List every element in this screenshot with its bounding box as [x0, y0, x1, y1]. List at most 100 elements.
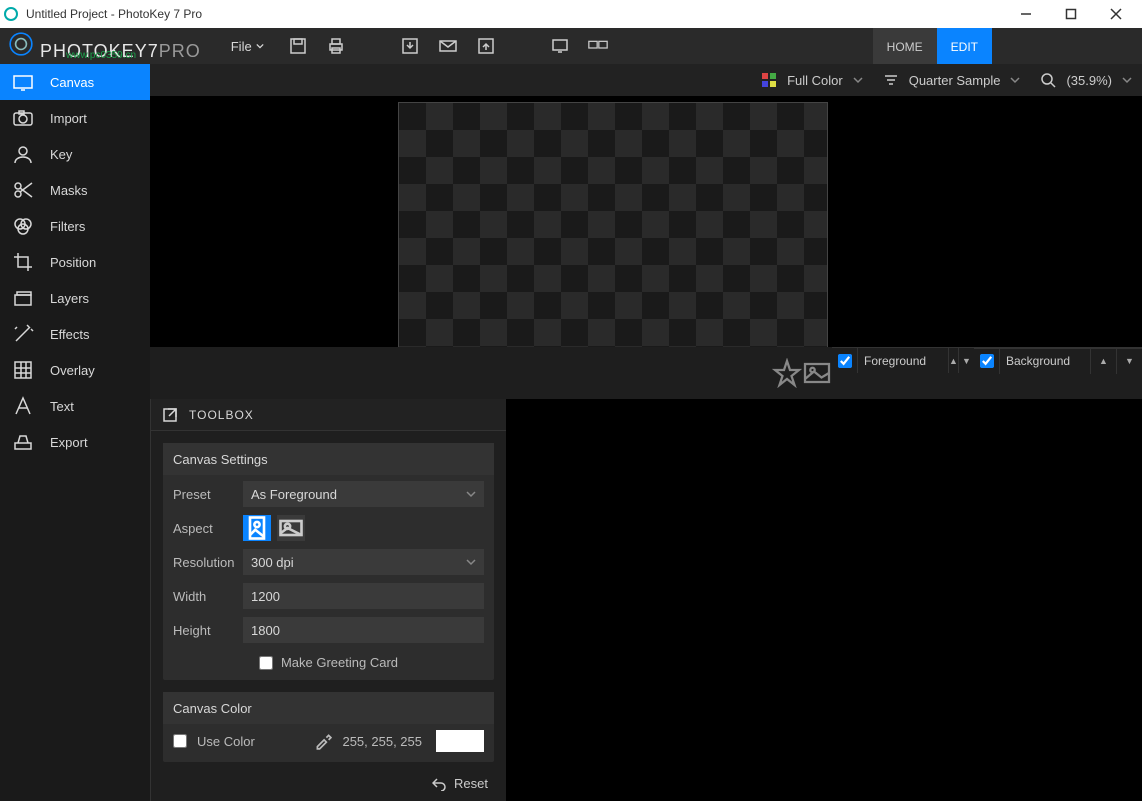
- canvas[interactable]: www.pHome.NET: [398, 102, 828, 347]
- canvas-viewport[interactable]: www.pHome.NET: [150, 96, 1142, 347]
- sidebar-item-filters[interactable]: Filters: [0, 208, 150, 244]
- eyedropper-icon[interactable]: [314, 732, 332, 750]
- canvas-color-section: Canvas Color Use Color 255, 255, 255: [163, 692, 494, 762]
- greeting-card-checkbox[interactable]: [259, 656, 273, 670]
- center-area: Full Color Quarter Sample (35.9%) www.pH…: [150, 64, 1142, 801]
- resolution-label: Resolution: [173, 555, 243, 570]
- move-up-icon[interactable]: ▲: [1090, 349, 1116, 374]
- logo-icon: [8, 31, 34, 57]
- close-button[interactable]: [1093, 0, 1138, 28]
- dual-monitor-icon[interactable]: [588, 36, 608, 56]
- undo-icon: [432, 777, 446, 791]
- grid-icon: [12, 359, 34, 381]
- sidebar-item-layers[interactable]: Layers: [0, 280, 150, 316]
- section-title: Canvas Settings: [173, 452, 268, 467]
- title-bar: Untitled Project - PhotoKey 7 Pro: [0, 0, 1142, 28]
- filters-icon: [12, 215, 34, 237]
- sidebar-item-label: Position: [50, 255, 96, 270]
- sidebar-item-effects[interactable]: Effects: [0, 316, 150, 352]
- save-icon[interactable]: [288, 36, 308, 56]
- popout-icon[interactable]: [163, 408, 177, 422]
- aspect-portrait-button[interactable]: [243, 515, 271, 541]
- color-swatch[interactable]: [436, 730, 484, 752]
- star-icon[interactable]: [772, 347, 802, 399]
- sidebar-item-masks[interactable]: Masks: [0, 172, 150, 208]
- preset-dropdown[interactable]: As Foreground: [243, 481, 484, 507]
- reset-button[interactable]: Reset: [151, 762, 506, 791]
- chevron-down-icon: [1010, 75, 1020, 85]
- section-title: Canvas Color: [173, 701, 252, 716]
- mail-icon[interactable]: [438, 36, 458, 56]
- canvas-settings-section: Canvas Settings Preset As Foreground Asp…: [163, 443, 494, 680]
- sample-dropdown[interactable]: Quarter Sample: [883, 72, 1021, 88]
- layer-name: Foreground: [858, 354, 948, 368]
- greeting-card-label: Make Greeting Card: [281, 655, 398, 670]
- sidebar-item-position[interactable]: Position: [0, 244, 150, 280]
- window-title: Untitled Project - PhotoKey 7 Pro: [26, 7, 1003, 21]
- layer-row-background[interactable]: Background ▲ ▼: [974, 348, 1142, 374]
- zoom-dropdown[interactable]: (35.9%): [1040, 72, 1132, 88]
- sidebar-item-export[interactable]: Export: [0, 424, 150, 460]
- color-mode-dropdown[interactable]: Full Color: [761, 72, 863, 88]
- resolution-value: 300 dpi: [251, 555, 294, 570]
- color-mode-label: Full Color: [787, 73, 843, 88]
- search-icon: [1040, 72, 1056, 88]
- resolution-dropdown[interactable]: 300 dpi: [243, 549, 484, 575]
- layer-checkbox-foreground[interactable]: [838, 354, 852, 368]
- left-sidebar: Canvas Import Key Masks Filters Position…: [0, 64, 150, 801]
- sidebar-item-overlay[interactable]: Overlay: [0, 352, 150, 388]
- move-down-icon[interactable]: ▼: [1116, 349, 1142, 374]
- aspect-label: Aspect: [173, 521, 243, 536]
- chevron-down-icon: [466, 557, 476, 567]
- use-color-label: Use Color: [197, 734, 255, 749]
- import-icon[interactable]: [400, 36, 420, 56]
- maximize-button[interactable]: [1048, 0, 1093, 28]
- toolbox-header: TOOLBOX: [151, 399, 506, 431]
- reset-label: Reset: [454, 776, 488, 791]
- sidebar-item-canvas[interactable]: Canvas: [0, 64, 150, 100]
- sidebar-item-text[interactable]: Text: [0, 388, 150, 424]
- sidebar-item-key[interactable]: Key: [0, 136, 150, 172]
- image-icon[interactable]: [802, 347, 832, 399]
- toolbox-title: TOOLBOX: [189, 408, 254, 422]
- export-icon[interactable]: [476, 36, 496, 56]
- crop-icon: [12, 251, 34, 273]
- layers-icon: [12, 287, 34, 309]
- color-swatch-icon: [761, 72, 777, 88]
- height-input[interactable]: [243, 617, 484, 643]
- right-panel: TOOLBOX Canvas Settings Preset As Foregr…: [150, 399, 506, 801]
- chevron-down-icon: [466, 489, 476, 499]
- move-down-icon[interactable]: ▼: [958, 348, 974, 373]
- width-input[interactable]: [243, 583, 484, 609]
- sample-label: Quarter Sample: [909, 73, 1001, 88]
- height-label: Height: [173, 623, 243, 638]
- sidebar-item-label: Export: [50, 435, 88, 450]
- tab-home[interactable]: HOME: [873, 28, 937, 64]
- aspect-landscape-button[interactable]: [277, 515, 305, 541]
- sidebar-item-label: Canvas: [50, 75, 94, 90]
- print-icon[interactable]: [326, 36, 346, 56]
- logo-subtext: www.pc0359.cn: [66, 50, 136, 61]
- use-color-checkbox[interactable]: [173, 734, 187, 748]
- sample-icon: [883, 72, 899, 88]
- sidebar-item-label: Filters: [50, 219, 85, 234]
- file-menu[interactable]: File: [231, 39, 264, 54]
- chevron-down-icon: [1122, 75, 1132, 85]
- file-menu-label: File: [231, 39, 252, 54]
- app-icon: [4, 7, 18, 21]
- single-monitor-icon[interactable]: [550, 36, 570, 56]
- layer-row-foreground[interactable]: Foreground ▲ ▼ Background ▲ ▼: [832, 347, 1142, 373]
- view-options-bar: Full Color Quarter Sample (35.9%): [150, 64, 1142, 96]
- tab-edit[interactable]: EDIT: [937, 28, 992, 64]
- sidebar-item-import[interactable]: Import: [0, 100, 150, 136]
- sidebar-item-label: Overlay: [50, 363, 95, 378]
- width-label: Width: [173, 589, 243, 604]
- camera-icon: [12, 107, 34, 129]
- header-bar: PHOTOKEY7PRO www.pc0359.cn File HOME EDI…: [0, 28, 1142, 64]
- minimize-button[interactable]: [1003, 0, 1048, 28]
- sidebar-item-label: Effects: [50, 327, 90, 342]
- sidebar-item-label: Key: [50, 147, 72, 162]
- move-up-icon[interactable]: ▲ ▼: [948, 348, 974, 373]
- layer-checkbox-background[interactable]: [980, 354, 994, 368]
- wand-icon: [12, 323, 34, 345]
